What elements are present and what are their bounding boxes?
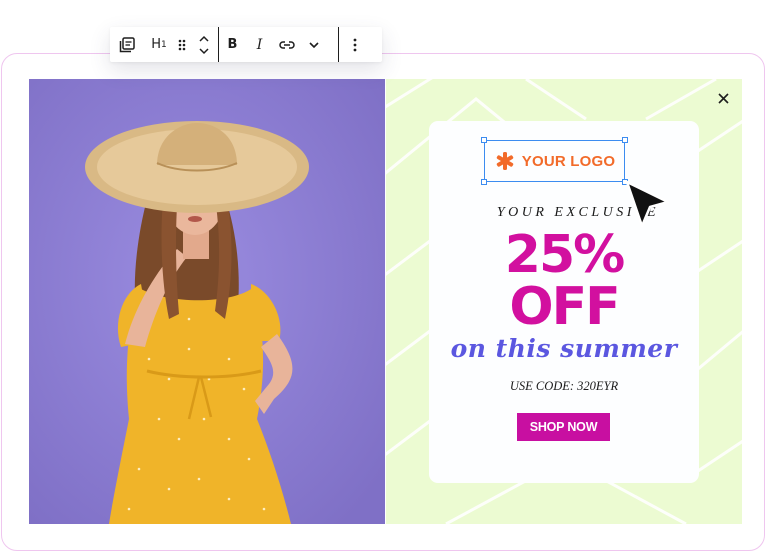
link-icon [278, 40, 295, 49]
promo-code: USE CODE: 320EYR [509, 379, 619, 393]
move-up-down-button[interactable] [190, 27, 218, 62]
bold-button[interactable]: B [219, 27, 246, 62]
shop-now-button[interactable]: SHOP NOW [517, 413, 610, 441]
model-illustration [29, 79, 385, 524]
heading-level-button[interactable]: H1 [144, 27, 174, 62]
cursor-arrow-icon [625, 180, 670, 228]
more-vertical-icon [353, 38, 357, 51]
options-button[interactable] [339, 27, 371, 62]
tagline: on this summer [450, 334, 678, 363]
close-button[interactable] [712, 87, 734, 109]
heading-label: H [151, 37, 162, 52]
move-up-down-icon [199, 35, 209, 54]
block-type-button[interactable] [110, 27, 144, 62]
italic-button[interactable]: I [246, 27, 273, 62]
link-button[interactable] [273, 27, 300, 62]
resize-handle-top-left[interactable] [481, 137, 487, 143]
block-type-icon [119, 36, 135, 52]
model-photo [29, 79, 385, 524]
drag-handle-icon [178, 39, 186, 50]
discount-value: 25% [504, 225, 625, 285]
logo-text: YOUR LOGO [521, 152, 616, 170]
logo-block[interactable]: YOUR LOGO [484, 140, 625, 182]
more-rich-text-button[interactable] [300, 27, 328, 62]
asterisk-logo-icon [496, 152, 513, 170]
block-toolbar: H1 B I [110, 27, 382, 62]
resize-handle-bottom-left[interactable] [481, 179, 487, 185]
resize-handle-top-right[interactable] [622, 137, 628, 143]
heading-level: 1 [161, 39, 167, 50]
discount-off: OFF [509, 277, 620, 337]
drag-handle[interactable] [174, 27, 190, 62]
close-icon [717, 92, 729, 104]
chevron-down-icon [309, 41, 319, 48]
